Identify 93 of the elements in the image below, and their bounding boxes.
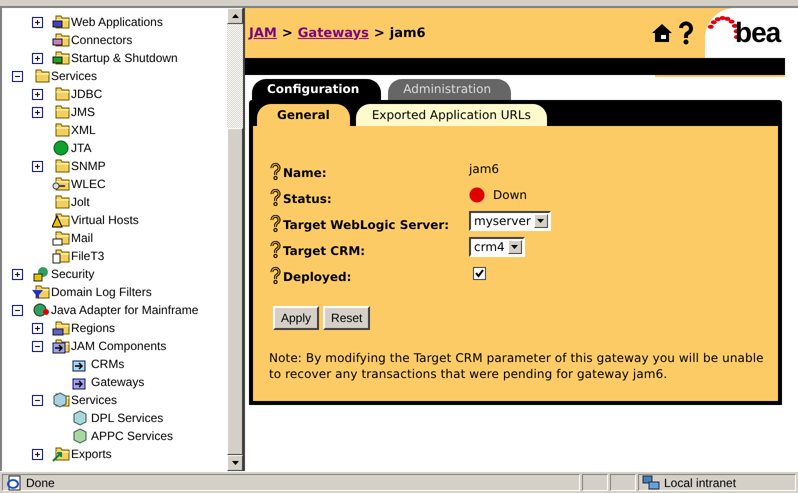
subtab[interactable]: General [257,104,350,126]
building-folder-icon [52,320,70,336]
caret-icon [537,219,544,223]
expand-toggle[interactable] [32,160,43,172]
status-text: Done [26,476,55,490]
dropdown[interactable]: crm4 [469,237,525,257]
tree-item[interactable]: Regions [71,321,116,335]
expand-toggle[interactable] [12,268,23,280]
tree-item[interactable]: JTA [71,141,92,155]
home-icon[interactable] [651,22,673,44]
expand-toggle[interactable] [32,16,43,28]
tree-item[interactable]: APPC Services [91,429,174,443]
status-pane [610,474,636,491]
tree-item[interactable]: Java Adapter for Mainframe [51,303,198,317]
cube-folder-icon [52,392,70,408]
form-button[interactable]: Apply [273,306,320,330]
logo: bea [705,8,785,58]
form-button[interactable]: Reset [323,306,370,330]
tree-item[interactable]: CRMs [91,357,124,371]
tree-item[interactable]: Web Applications [71,15,163,29]
document-folder-icon [52,248,70,264]
scroll-up-button[interactable] [227,8,243,24]
field-label: Status: [283,192,332,206]
tree-item[interactable]: XML [71,123,96,137]
expand-toggle[interactable] [32,448,43,460]
status-text: Down [493,188,528,202]
scrollbar-thumb[interactable] [227,128,243,455]
help-icon[interactable] [269,163,282,180]
breadcrumb-link[interactable]: JAM [249,26,277,40]
field-label: Name: [283,166,327,180]
expand-toggle[interactable] [32,52,43,64]
breadcrumb-text: > [374,26,385,40]
tree-item[interactable]: Virtual Hosts [71,213,139,227]
tree-item[interactable]: Jolt [71,195,90,209]
field-label: Deployed: [283,270,352,284]
tab[interactable]: Configuration [252,79,382,100]
expand-toggle[interactable] [32,394,43,406]
status-pane [582,474,608,491]
tree-item[interactable]: Startup & Shutdown [71,51,178,65]
tree-item[interactable]: SNMP [71,159,106,173]
arrow-folder-icon [52,338,70,354]
tree-item[interactable]: Security [51,267,94,281]
tab[interactable]: Administration [388,79,512,100]
tree-item[interactable]: JAM Components [71,339,166,353]
tree-item[interactable]: Gateways [91,375,144,389]
help-icon[interactable] [679,21,693,45]
page-icon [6,474,22,490]
expand-toggle[interactable] [32,322,43,334]
expand-toggle[interactable] [12,304,23,316]
down-arrow-icon [232,461,238,465]
help-icon[interactable] [269,241,282,258]
subtab[interactable]: Exported Application URLs [356,104,547,126]
help-icon[interactable] [269,215,282,232]
lock-globe-icon [32,266,50,282]
breadcrumb-text: > [282,26,293,40]
help-icon[interactable] [269,189,282,206]
expand-toggle[interactable] [12,70,23,82]
note-text: Note: By modifying the Target CRM parameter of this gateway you will be unable to recover any transactions that were pending for gateway jam6. [269,350,765,382]
scroll-down-button[interactable] [227,455,243,471]
field-label: Target WebLogic Server: [283,218,450,232]
tree-item[interactable]: Services [51,69,98,83]
field-label: Target CRM: [283,244,366,258]
tree-item[interactable]: WLEC [71,177,106,191]
help-icon[interactable] [269,267,282,284]
caret-icon [511,245,518,249]
expand-toggle[interactable] [32,106,43,118]
tree-item[interactable]: FileT3 [71,249,104,263]
checkbox[interactable] [473,266,486,280]
breadcrumb-text: jam6 [390,26,426,40]
ball-icon [52,140,70,156]
up-arrow-icon [232,14,238,18]
breadcrumb-link[interactable]: Gateways [298,26,369,40]
filter-folder-icon [32,284,50,300]
mail-folder-icon [52,230,70,246]
tree-item[interactable]: Mail [71,231,94,245]
tree-item[interactable]: Domain Log Filters [51,285,152,299]
tree-item[interactable]: JMS [71,105,95,119]
network-icon [642,474,660,490]
warning-folder-icon [52,212,70,228]
tree-item[interactable]: JDBC [71,87,102,101]
expand-toggle[interactable] [32,88,43,100]
dropdown[interactable]: myserver [469,211,551,231]
tree-item[interactable]: Exports [71,447,112,461]
expand-toggle[interactable] [32,340,43,352]
scrollbar[interactable] [227,8,243,471]
tree-item[interactable]: Services [71,393,118,407]
zone-text: Local intranet [664,476,736,490]
tree-item[interactable]: Connectors [71,33,132,47]
key-folder-icon [52,176,70,192]
globe-icon [32,302,50,318]
field-value: jam6 [469,162,500,176]
tree-item[interactable]: DPL Services [91,411,164,425]
arrow-folder-icon [52,446,70,462]
